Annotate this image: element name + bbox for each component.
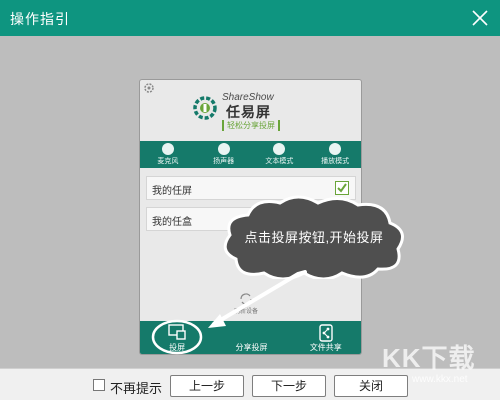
- no-more-tip-checkbox[interactable]: [93, 379, 105, 391]
- brand-slogan: 轻松分享投屏: [222, 120, 280, 131]
- prev-button[interactable]: 上一步: [170, 375, 244, 397]
- arrow-icon: [208, 270, 307, 328]
- mode-label: 扬声器: [213, 158, 235, 165]
- title-bar: 操作指引: [0, 0, 500, 36]
- microphone-icon: [161, 143, 174, 155]
- speaker-icon: [217, 143, 230, 155]
- mode-text[interactable]: 文本模式: [252, 141, 308, 168]
- text-icon: [273, 143, 286, 155]
- tab-label: 分享投屏: [235, 343, 268, 352]
- mode-play[interactable]: 播放模式: [307, 141, 361, 168]
- watermark-text: KK下载: [382, 343, 476, 373]
- mode-microphone[interactable]: 麦克风: [140, 141, 196, 168]
- highlight-circle: [151, 319, 203, 355]
- no-more-tip-label: 不再提示: [110, 381, 163, 396]
- site-watermark: KK下载 www.kkx.net: [382, 338, 492, 398]
- watermark-url: www.kkx.net: [412, 374, 468, 385]
- mode-label: 文本模式: [265, 158, 294, 165]
- brand-cn: 任易屏: [226, 104, 271, 120]
- app-logo: ShareShow 任易屏 轻松分享投屏: [192, 92, 332, 140]
- mode-bar: 麦克风 扬声器 文本模式 播放模式: [140, 141, 361, 168]
- device-label: 我的任盒: [152, 217, 192, 228]
- close-icon[interactable]: [468, 6, 492, 30]
- gear-icon[interactable]: [143, 82, 155, 94]
- mode-label: 播放模式: [321, 158, 350, 165]
- mode-label: 麦克风: [157, 158, 179, 165]
- next-button[interactable]: 下一步: [252, 375, 326, 397]
- mode-speaker[interactable]: 扬声器: [196, 141, 252, 168]
- tab-label: 文件共享: [309, 343, 342, 352]
- share-icon: [319, 324, 333, 342]
- window-title: 操作指引: [10, 11, 70, 27]
- device-label: 我的任屏: [152, 186, 192, 197]
- bubble-text: 点击投屏按钮,开始投屏: [244, 230, 384, 245]
- logo-mark-icon: [193, 96, 217, 120]
- guide-bubble: 点击投屏按钮,开始投屏: [218, 193, 410, 281]
- play-icon: [329, 143, 342, 155]
